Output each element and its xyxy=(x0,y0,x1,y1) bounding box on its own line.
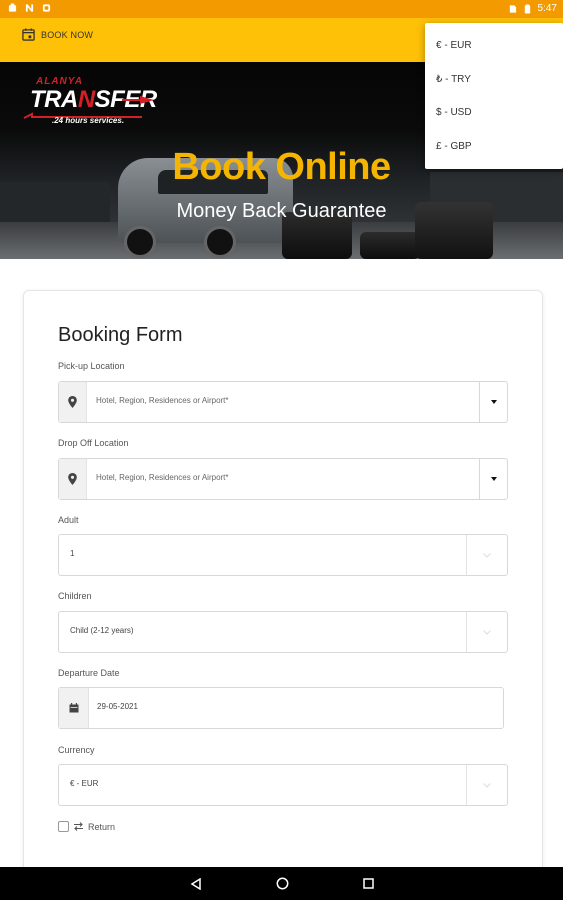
currency-option-eur[interactable]: € - EUR xyxy=(425,29,563,63)
adult-label: Adult xyxy=(58,515,79,525)
departure-date-value: 29-05-2021 xyxy=(97,702,138,711)
chevron-down-icon xyxy=(483,629,491,635)
children-label: Children xyxy=(58,591,92,601)
no-sim-icon xyxy=(509,4,516,13)
hero-subtitle: Money Back Guarantee xyxy=(176,200,387,222)
status-icons-left xyxy=(8,3,51,13)
book-now-button[interactable]: BOOK NOW xyxy=(22,28,93,41)
alanya-transfer-logo[interactable]: ALANYA TRANSFER .24 hours services. xyxy=(22,76,162,136)
currency-dropdown-menu: € - EUR ₺ - TRY $ - USD £ - GBP xyxy=(425,23,563,169)
pickup-caret[interactable] xyxy=(479,382,507,422)
form-title: Booking Form xyxy=(58,324,183,346)
adult-value: 1 xyxy=(70,549,75,558)
map-marker-icon xyxy=(68,473,77,485)
departure-date-addon xyxy=(59,688,89,728)
chevron-down-icon xyxy=(483,782,491,788)
currency-option-try[interactable]: ₺ - TRY xyxy=(425,63,563,97)
n-notification-icon xyxy=(25,4,34,12)
children-select[interactable]: Child (2-12 years) xyxy=(58,611,508,653)
departure-date-input[interactable]: 29-05-2021 xyxy=(58,687,504,729)
back-icon[interactable] xyxy=(190,877,202,890)
caret-down-icon xyxy=(490,400,497,404)
book-now-label: BOOK NOW xyxy=(41,29,94,40)
logo-tagline: .24 hours services. xyxy=(52,116,125,125)
pickup-label: Pick-up Location xyxy=(58,361,125,371)
currency-select-arrow xyxy=(466,765,507,805)
recents-icon[interactable] xyxy=(362,878,374,889)
currency-value: € - EUR xyxy=(70,779,99,788)
currency-label: Currency xyxy=(58,745,95,755)
dropoff-addon xyxy=(59,459,87,499)
pickup-placeholder: Hotel, Region, Residences or Airport* xyxy=(96,396,229,405)
dropoff-label: Drop Off Location xyxy=(58,438,129,448)
adult-select-arrow xyxy=(466,535,507,575)
dropoff-caret[interactable] xyxy=(479,459,507,499)
adult-select[interactable]: 1 xyxy=(58,534,508,576)
booking-form-card: Booking Form Pick-up Location Hotel, Reg… xyxy=(23,290,543,892)
departure-date-label: Departure Date xyxy=(58,668,120,678)
status-icons-right: 5:47 xyxy=(508,3,557,14)
exchange-icon xyxy=(74,822,83,831)
return-label: Return xyxy=(88,821,116,832)
system-navigation-bar xyxy=(0,867,563,900)
currency-select[interactable]: € - EUR xyxy=(58,764,508,806)
pickup-addon xyxy=(59,382,87,422)
status-time: 5:47 xyxy=(537,3,557,14)
app-notification-icon xyxy=(42,4,51,12)
children-select-arrow xyxy=(466,612,507,652)
calendar-icon xyxy=(69,703,78,713)
dropoff-location-select[interactable]: Hotel, Region, Residences or Airport* xyxy=(58,458,508,500)
status-bar: 5:47 xyxy=(0,0,563,18)
notification-icon xyxy=(8,3,17,12)
hero-luggage-image-2 xyxy=(360,232,420,259)
children-value: Child (2-12 years) xyxy=(70,626,134,635)
calendar-icon xyxy=(22,28,35,41)
return-checkbox[interactable] xyxy=(58,821,69,832)
return-option[interactable]: Return xyxy=(58,821,115,832)
dropoff-placeholder: Hotel, Region, Residences or Airport* xyxy=(96,473,229,482)
map-marker-icon xyxy=(68,396,77,408)
currency-option-gbp[interactable]: £ - GBP xyxy=(425,130,563,164)
home-icon[interactable] xyxy=(276,877,289,890)
chevron-down-icon xyxy=(483,552,491,558)
pickup-location-select[interactable]: Hotel, Region, Residences or Airport* xyxy=(58,381,508,423)
caret-down-icon xyxy=(490,477,497,481)
battery-icon xyxy=(524,4,530,14)
currency-option-usd[interactable]: $ - USD xyxy=(425,96,563,130)
